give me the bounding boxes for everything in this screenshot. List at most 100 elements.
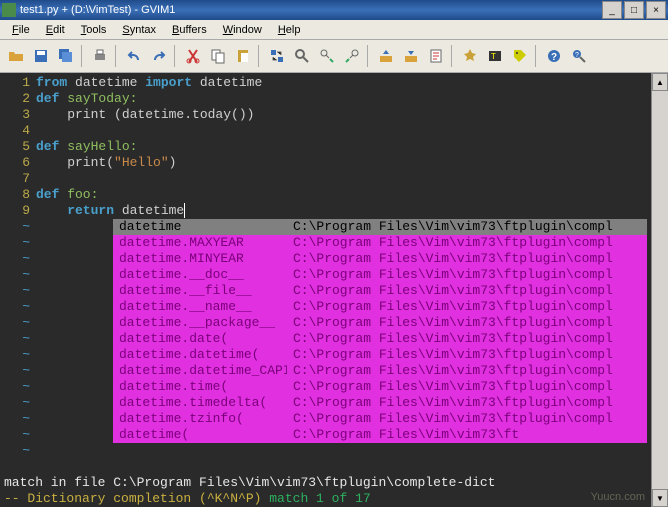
completion-keyword: datetime.timedelta(: [113, 395, 287, 411]
line-number: 6: [0, 155, 30, 171]
completion-item[interactable]: datetime.__file__C:\Program Files\Vim\vi…: [113, 283, 647, 299]
redo-icon[interactable]: [147, 44, 171, 68]
tilde: ~: [0, 251, 30, 267]
window-title: test1.py + (D:\VimTest) - GVIM1: [20, 4, 602, 16]
completion-path: C:\Program Files\Vim\vim73\ftplugin\comp…: [287, 347, 647, 363]
completion-item[interactable]: datetime.date(C:\Program Files\Vim\vim73…: [113, 331, 647, 347]
menu-tools[interactable]: Tools: [73, 22, 115, 38]
toolbar: T ? ?: [0, 40, 668, 73]
tags-icon[interactable]: [508, 44, 532, 68]
completion-keyword: datetime.time(: [113, 379, 287, 395]
completion-keyword: datetime.__package__: [113, 315, 287, 331]
findnext-icon[interactable]: [315, 44, 339, 68]
undo-icon[interactable]: [122, 44, 146, 68]
shell-icon[interactable]: T: [483, 44, 507, 68]
tilde: ~: [0, 235, 30, 251]
completion-path: C:\Program Files\Vim\vim73\ftplugin\comp…: [287, 219, 647, 235]
completion-item[interactable]: datetime.time(C:\Program Files\Vim\vim73…: [113, 379, 647, 395]
completion-path: C:\Program Files\Vim\vim73\ftplugin\comp…: [287, 331, 647, 347]
minimize-button[interactable]: _: [602, 1, 622, 19]
completion-keyword: datetime.MINYEAR: [113, 251, 287, 267]
copy-icon[interactable]: [206, 44, 230, 68]
completion-item[interactable]: datetimeC:\Program Files\Vim\vim73\ftplu…: [113, 219, 647, 235]
open-icon[interactable]: [4, 44, 28, 68]
line-number: 8: [0, 187, 30, 203]
session-save-icon[interactable]: [399, 44, 423, 68]
app-icon: [2, 3, 16, 17]
scroll-up-icon[interactable]: ▲: [652, 73, 668, 91]
session-load-icon[interactable]: [374, 44, 398, 68]
help-icon[interactable]: ?: [542, 44, 566, 68]
save-icon[interactable]: [29, 44, 53, 68]
tilde: ~: [0, 283, 30, 299]
tilde: ~: [0, 427, 30, 443]
completion-path: C:\Program Files\Vim\vim73\ftplugin\comp…: [287, 379, 647, 395]
make-icon[interactable]: [458, 44, 482, 68]
completion-item[interactable]: datetime.timedelta(C:\Program Files\Vim\…: [113, 395, 647, 411]
print-icon[interactable]: [88, 44, 112, 68]
completion-keyword: datetime(: [113, 427, 287, 443]
saveall-icon[interactable]: [54, 44, 78, 68]
menu-file[interactable]: File: [4, 22, 38, 38]
line-number: 7: [0, 171, 30, 187]
status-mode: -- Dictionary completion (^K^N^P): [4, 491, 269, 506]
completion-item[interactable]: datetime.MAXYEARC:\Program Files\Vim\vim…: [113, 235, 647, 251]
tilde: ~: [0, 395, 30, 411]
completion-item[interactable]: datetime.tzinfo(C:\Program Files\Vim\vim…: [113, 411, 647, 427]
completion-keyword: datetime.__doc__: [113, 267, 287, 283]
tilde: ~: [0, 315, 30, 331]
menu-buffers[interactable]: Buffers: [164, 22, 215, 38]
menu-window[interactable]: Window: [215, 22, 270, 38]
completion-item[interactable]: datetime.datetime(C:\Program Files\Vim\v…: [113, 347, 647, 363]
completion-path: C:\Program Files\Vim\vim73\ftplugin\comp…: [287, 235, 647, 251]
line-number: 2: [0, 91, 30, 107]
status-line-1: match in file C:\Program Files\Vim\vim73…: [4, 475, 651, 491]
completion-path: C:\Program Files\Vim\vim73\ftplugin\comp…: [287, 315, 647, 331]
app-window: test1.py + (D:\VimTest) - GVIM1 _ □ × Fi…: [0, 0, 668, 507]
completion-keyword: datetime.__name__: [113, 299, 287, 315]
cut-icon[interactable]: [181, 44, 205, 68]
close-button[interactable]: ×: [646, 1, 666, 19]
scroll-down-icon[interactable]: ▼: [652, 489, 668, 507]
completion-keyword: datetime.__file__: [113, 283, 287, 299]
line-number: 9: [0, 203, 30, 219]
menu-help[interactable]: Help: [270, 22, 309, 38]
completion-item[interactable]: datetime.__doc__C:\Program Files\Vim\vim…: [113, 267, 647, 283]
completion-path: C:\Program Files\Vim\vim73\ft: [287, 427, 647, 443]
line-gutter: 1 2 3 4 5 6 7 8 9 ~ ~ ~ ~ ~ ~ ~ ~ ~ ~ ~ …: [0, 73, 36, 475]
completion-keyword: datetime.datetime_CAPI: [113, 363, 287, 379]
tilde: ~: [0, 299, 30, 315]
menu-edit[interactable]: Edit: [38, 22, 73, 38]
completion-item[interactable]: datetime.datetime_CAPIC:\Program Files\V…: [113, 363, 647, 379]
line-number: 5: [0, 139, 30, 155]
titlebar[interactable]: test1.py + (D:\VimTest) - GVIM1 _ □ ×: [0, 0, 668, 20]
svg-text:?: ?: [551, 52, 557, 63]
tilde: ~: [0, 267, 30, 283]
editor-area[interactable]: 1 2 3 4 5 6 7 8 9 ~ ~ ~ ~ ~ ~ ~ ~ ~ ~ ~ …: [0, 73, 651, 475]
completion-item[interactable]: datetime(C:\Program Files\Vim\vim73\ft: [113, 427, 647, 443]
replace-icon[interactable]: [265, 44, 289, 68]
completion-path: C:\Program Files\Vim\vim73\ftplugin\comp…: [287, 283, 647, 299]
line-number: 3: [0, 107, 30, 123]
completion-item[interactable]: datetime.__name__C:\Program Files\Vim\vi…: [113, 299, 647, 315]
find-icon[interactable]: [290, 44, 314, 68]
completion-path: C:\Program Files\Vim\vim73\ftplugin\comp…: [287, 299, 647, 315]
completion-path: C:\Program Files\Vim\vim73\ftplugin\comp…: [287, 395, 647, 411]
findprev-icon[interactable]: [340, 44, 364, 68]
maximize-button[interactable]: □: [624, 1, 644, 19]
completion-item[interactable]: datetime.__package__C:\Program Files\Vim…: [113, 315, 647, 331]
line-number: 1: [0, 75, 30, 91]
script-icon[interactable]: [424, 44, 448, 68]
completion-item[interactable]: datetime.MINYEARC:\Program Files\Vim\vim…: [113, 251, 647, 267]
paste-icon[interactable]: [231, 44, 255, 68]
menu-syntax[interactable]: Syntax: [114, 22, 164, 38]
completion-popup[interactable]: datetimeC:\Program Files\Vim\vim73\ftplu…: [113, 219, 647, 443]
vertical-scrollbar[interactable]: ▲ ▼: [651, 73, 668, 507]
completion-keyword: datetime.date(: [113, 331, 287, 347]
tilde: ~: [0, 443, 30, 459]
completion-path: C:\Program Files\Vim\vim73\ftplugin\comp…: [287, 251, 647, 267]
completion-path: C:\Program Files\Vim\vim73\ftplugin\comp…: [287, 267, 647, 283]
completion-keyword: datetime.MAXYEAR: [113, 235, 287, 251]
svg-text:?: ?: [575, 52, 579, 59]
findhelp-icon[interactable]: ?: [567, 44, 591, 68]
